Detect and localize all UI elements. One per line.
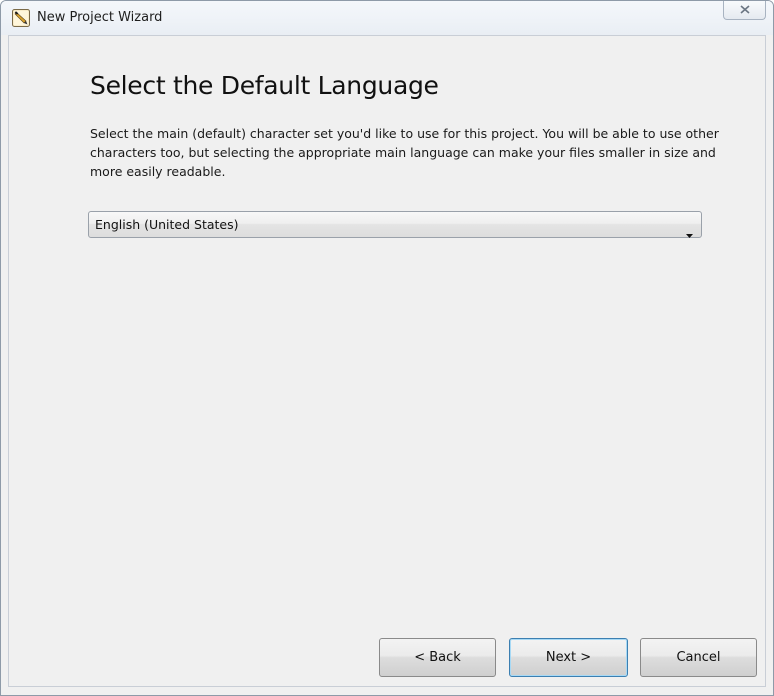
- language-dropdown[interactable]: English (United States): [88, 211, 702, 238]
- wizard-pencil-icon: [12, 9, 30, 27]
- close-icon: [740, 5, 750, 14]
- dropdown-arrow-icon: [686, 223, 693, 242]
- language-dropdown-value: English (United States): [95, 217, 239, 232]
- page-title: Select the Default Language: [90, 71, 439, 100]
- window-title: New Project Wizard: [37, 10, 163, 25]
- back-button[interactable]: < Back: [379, 638, 496, 677]
- title-bar[interactable]: New Project Wizard: [1, 1, 773, 35]
- wizard-window: New Project Wizard: [0, 0, 774, 696]
- page-description: Select the main (default) character set …: [90, 126, 719, 179]
- cancel-button[interactable]: Cancel: [640, 638, 757, 677]
- next-button[interactable]: Next >: [509, 638, 628, 677]
- close-button[interactable]: [723, 1, 766, 20]
